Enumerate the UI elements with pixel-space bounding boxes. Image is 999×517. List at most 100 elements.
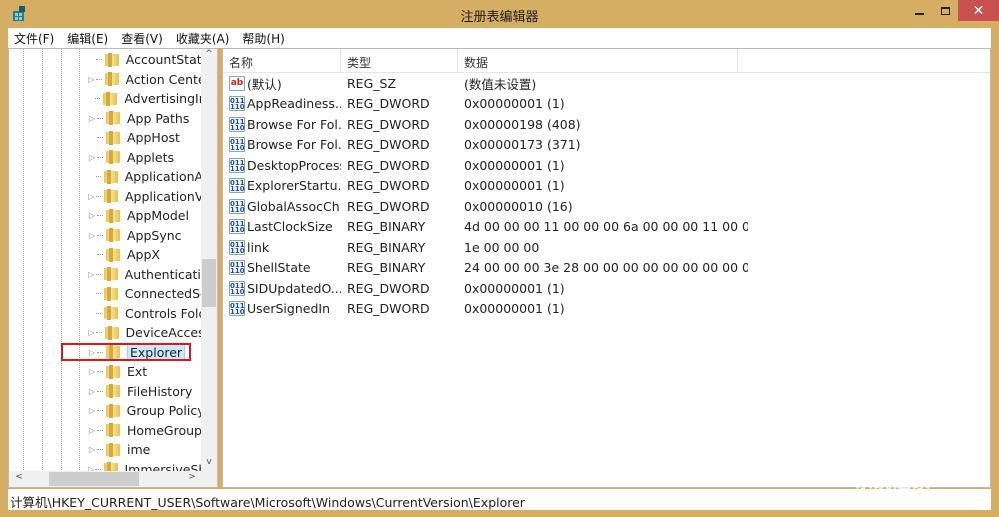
tree-connector-line (96, 410, 103, 412)
expand-arrow-icon[interactable]: ▷ (87, 153, 97, 162)
value-data: 24 00 00 00 3e 28 00 00 00 00 00 00 00 0… (464, 260, 748, 276)
menu-help[interactable]: 帮助(H) (236, 30, 290, 47)
tree-item-label: AppModel (127, 208, 189, 224)
values-list[interactable]: 名称 类型 数据 ab (默认) REG_SZ (数值未设置) 011 110 AppRea… (222, 48, 991, 488)
value-type: REG_DWORD (347, 280, 430, 296)
tree-item[interactable]: ▷ AppSync (87, 226, 203, 246)
tree-connector-line (97, 449, 103, 451)
column-header-type[interactable]: 类型 (341, 49, 458, 72)
folder-icon (105, 130, 121, 145)
tree-item[interactable]: ▷ AppModel (87, 206, 203, 226)
value-name-cell: 011 110 link (223, 239, 341, 255)
binary-value-icon: 011 110 (229, 178, 245, 194)
tree-connector-line (95, 273, 101, 275)
tree-item[interactable]: ▷ Applets (87, 148, 203, 168)
value-type: REG_DWORD (347, 301, 430, 317)
value-row[interactable]: 011 110 ShellState REG_BINARY 24 00 00 00 3e… (223, 258, 990, 279)
value-row[interactable]: 011 110 UserSignedIn REG_DWORD 0x00000001 (1… (223, 299, 990, 320)
expand-arrow-icon[interactable]: ▷ (87, 387, 97, 396)
tree-item[interactable]: ▷ ApplicationVie (87, 187, 203, 207)
tree-hscroll-thumb[interactable] (49, 472, 139, 486)
value-name-cell: 011 110 LastClockSize (223, 219, 341, 235)
expand-arrow-icon[interactable]: ▷ (87, 231, 97, 240)
tree-item[interactable]: ▷ App Paths (87, 109, 203, 129)
value-type: REG_BINARY (347, 260, 426, 276)
expand-arrow-icon[interactable]: ▷ (87, 211, 97, 220)
tree-item[interactable]: ApplicationAss (87, 167, 203, 187)
binary-value-icon: 011 110 (229, 301, 245, 317)
folder-icon (103, 169, 119, 184)
folder-icon (103, 286, 119, 301)
value-type: REG_DWORD (347, 96, 430, 112)
menu-view[interactable]: 查看(V) (115, 30, 169, 47)
tree-horizontal-scrollbar[interactable]: < > (9, 471, 217, 487)
maximize-button[interactable] (932, 0, 958, 21)
tree-item[interactable]: ▷ FileHistory (87, 382, 203, 402)
tree-item[interactable]: ▷ ime (87, 440, 203, 460)
column-header-name[interactable]: 名称 (223, 49, 341, 72)
folder-icon (104, 72, 120, 87)
tree-item[interactable]: ▷ Group Policy (87, 401, 203, 421)
tree-item-label: Controls Folde (125, 305, 203, 321)
folder-icon (105, 247, 121, 262)
expand-arrow-icon[interactable]: ▷ (87, 406, 97, 415)
value-type: REG_DWORD (347, 116, 430, 132)
column-header-data[interactable]: 数据 (458, 49, 738, 72)
tree-connector-line (97, 254, 103, 256)
tree-vertical-scrollbar[interactable]: ^ v (201, 49, 217, 474)
menu-favorites[interactable]: 收藏夹(A) (170, 30, 236, 47)
value-row[interactable]: 011 110 SIDUpdatedO... REG_DWORD 0x00000001 … (223, 278, 990, 299)
expand-arrow-icon[interactable]: ▷ (87, 270, 96, 279)
tree-item[interactable]: ▷ Ext (87, 362, 203, 382)
scroll-left-icon[interactable]: < (11, 472, 27, 482)
value-row[interactable]: 011 110 ExplorerStartu... REG_DWORD 0x000000… (223, 176, 990, 197)
tree-item[interactable]: AdvertisingInfo (87, 89, 203, 109)
tree-item[interactable]: AppHost (87, 128, 203, 148)
value-row[interactable]: ab (默认) REG_SZ (数值未设置) (223, 73, 990, 94)
tree-item[interactable]: ▷ Authentication (87, 265, 203, 285)
tree-item[interactable]: ▷ Action Center (87, 70, 203, 90)
value-row[interactable]: 011 110 DesktopProcess REG_DWORD 0x00000001 … (223, 155, 990, 176)
value-row[interactable]: 011 110 LastClockSize REG_BINARY 4d 00 00 00… (223, 217, 990, 238)
minimize-button[interactable] (906, 0, 932, 21)
list-header: 名称 类型 数据 (223, 49, 990, 73)
value-name-cell: 011 110 DesktopProcess (223, 157, 341, 173)
close-button[interactable]: ✕ (958, 0, 999, 21)
tree-item-label: Group Policy (126, 403, 203, 419)
menu-edit[interactable]: 编辑(E) (61, 30, 114, 47)
folder-icon (105, 384, 121, 399)
value-row[interactable]: 011 110 Browse For Fol... REG_DWORD 0x000001… (223, 135, 990, 156)
tree-item[interactable]: AccountState (87, 50, 203, 70)
scroll-right-icon[interactable]: > (184, 472, 200, 482)
folder-icon (105, 403, 121, 418)
expand-arrow-icon[interactable]: ▷ (87, 75, 96, 84)
expand-arrow-icon[interactable]: ▷ (87, 114, 97, 123)
menu-bar: 文件(F) 编辑(E) 查看(V) 收藏夹(A) 帮助(H) (8, 28, 991, 48)
minimize-icon (914, 12, 924, 15)
expand-arrow-icon[interactable]: ▷ (87, 367, 97, 376)
value-row[interactable]: 011 110 link REG_BINARY 1e 00 00 00 (223, 237, 990, 258)
expand-arrow-icon[interactable]: ▷ (87, 445, 97, 454)
tree-vscroll-thumb[interactable] (202, 259, 216, 307)
tree-item[interactable]: ▷ HomeGroup (87, 421, 203, 441)
tree-item[interactable]: AppX (87, 245, 203, 265)
value-row[interactable]: 011 110 AppReadiness... REG_DWORD 0x00000001… (223, 94, 990, 115)
value-row[interactable]: 011110GlobalAssocCh... REG_DWORD 0x0000001… (223, 196, 990, 217)
tree-item[interactable]: ConnectedSea (87, 284, 203, 304)
tree-item[interactable]: Controls Folde (87, 304, 203, 324)
menu-file[interactable]: 文件(F) (8, 30, 60, 47)
tree-connector-line (97, 234, 103, 236)
expand-arrow-icon[interactable]: ▷ (87, 192, 96, 201)
tree-item[interactable]: ▷ DeviceAccess (87, 323, 203, 343)
scroll-up-icon[interactable]: ^ (201, 49, 217, 66)
expand-arrow-icon[interactable]: ▷ (87, 426, 97, 435)
binary-value-icon: 011 110 (229, 219, 245, 235)
tree-connector-line (97, 429, 103, 431)
value-type: REG_DWORD (347, 178, 430, 194)
value-row[interactable]: 011 110 Browse For Fol... REG_DWORD 0x000001… (223, 114, 990, 135)
expand-arrow-icon[interactable]: ▷ (87, 328, 96, 337)
registry-tree[interactable]: AccountState ▷ Action Center AdvertisingInf… (8, 48, 218, 488)
folder-icon (105, 228, 121, 243)
list-rows: ab (默认) REG_SZ (数值未设置) 011 110 AppReadiness...… (223, 73, 990, 319)
value-name-cell: ab (默认) (223, 74, 341, 93)
